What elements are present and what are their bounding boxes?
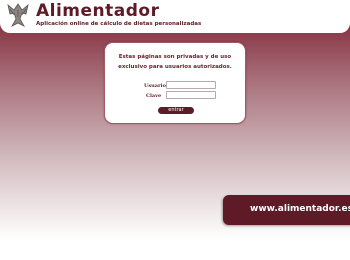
bird-emblem-icon xyxy=(7,3,29,27)
password-label: Clave xyxy=(146,93,162,99)
username-input[interactable] xyxy=(166,81,216,89)
app-subtitle: Aplicación online de cálculo de dietas p… xyxy=(36,21,202,27)
enter-button[interactable]: entrar xyxy=(158,107,194,114)
header: Alimentador Aplicación online de cálculo… xyxy=(0,0,350,33)
url-banner: www.alimentador.es xyxy=(223,195,350,225)
username-label: Usuario xyxy=(144,83,166,89)
privacy-notice: Estas páginas son privadas y de uso excl… xyxy=(118,54,232,70)
login-card: Estas páginas son privadas y de uso excl… xyxy=(104,42,246,124)
password-input[interactable] xyxy=(166,91,216,99)
site-url: www.alimentador.es xyxy=(250,204,350,214)
app-title: Alimentador xyxy=(36,1,160,21)
